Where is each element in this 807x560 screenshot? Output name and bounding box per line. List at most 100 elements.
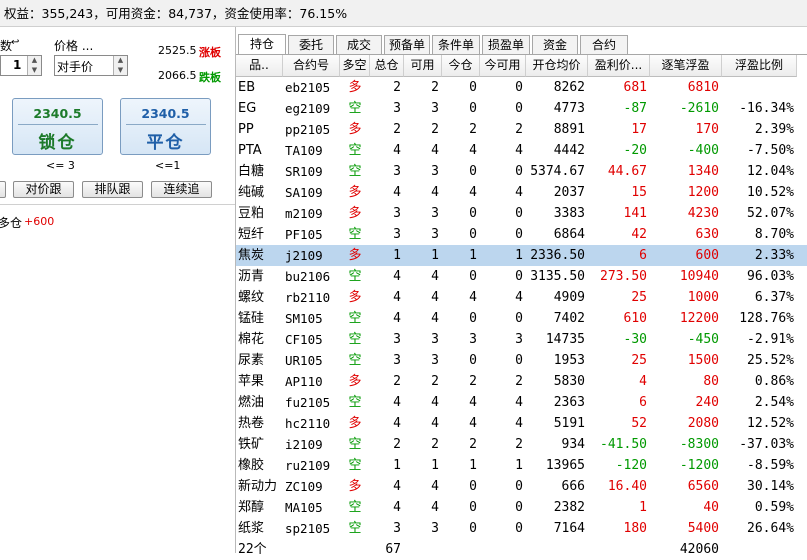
column-header-float-pl[interactable]: 逐笔浮盈 [650, 55, 722, 77]
chase-button[interactable]: 连续追 [151, 181, 212, 198]
column-header-name[interactable]: 品.. [236, 55, 283, 77]
table-row[interactable]: 燃油 fu2105 空 4 4 4 4 2363 6 240 2.54% [236, 392, 807, 413]
tab-7[interactable]: 合约 [580, 35, 628, 54]
table-row[interactable]: 白糖 SR109 空 3 3 0 0 5374.67 44.67 1340 12.04% [236, 161, 807, 182]
lock-button[interactable]: 2340.5 锁仓 [12, 98, 103, 155]
cell-today-avail: 1 [515, 458, 523, 473]
table-row[interactable]: EG eg2109 空 3 3 0 0 4773 -87 -2610 -16.34% [236, 98, 807, 119]
table-row[interactable]: 纯碱 SA109 多 4 4 4 4 2037 15 1200 10.52% [236, 182, 807, 203]
table-row[interactable]: 锰硅 SM105 空 4 4 0 0 7402 610 12200 128.76% [236, 308, 807, 329]
cell-total: 2 [393, 80, 401, 95]
cell-avg: 1953 [553, 353, 585, 368]
table-row[interactable]: 苹果 AP110 多 2 2 2 2 5830 4 80 0.86% [236, 371, 807, 392]
table-row[interactable]: PTA TA109 空 4 4 4 4 4442 -20 -400 -7.50% [236, 140, 807, 161]
cell-today-avail: 0 [515, 269, 523, 284]
tab-3[interactable]: 预备单 [384, 35, 430, 54]
column-header-avail[interactable]: 可用 [404, 55, 442, 77]
cell-today-avail: 2 [515, 122, 523, 137]
cell-float-pl: 600 [695, 248, 719, 263]
table-row[interactable]: 尿素 UR105 空 3 3 0 0 1953 25 1500 25.52% [236, 350, 807, 371]
close-position-button[interactable]: 2340.5 平仓 [120, 98, 211, 155]
cell-avg: 2382 [553, 500, 585, 515]
cell-today: 0 [469, 521, 477, 536]
position-label: 多仓 [0, 216, 23, 230]
table-row[interactable]: 焦炭 j2109 多 1 1 1 1 2336.50 6 600 2.33% [236, 245, 807, 266]
tab-5[interactable]: 损盈单 [482, 35, 530, 54]
column-header-pl-tick[interactable]: 盈利价... [588, 55, 650, 77]
partial-button[interactable] [0, 181, 6, 198]
cell-float-pl: -450 [687, 332, 719, 347]
qty-stepper[interactable]: 1 ▲ ▼ [0, 55, 42, 76]
cell-avail: 1 [431, 458, 439, 473]
price-type-stepper[interactable]: 对手价 ▲ ▼ [54, 55, 128, 76]
cell-code: hc2110 [285, 416, 331, 431]
column-header-avg[interactable]: 开仓均价 [526, 55, 588, 77]
table-row[interactable]: PP pp2105 多 2 2 2 2 8891 17 170 2.39% [236, 119, 807, 140]
cell-avg: 934 [561, 437, 585, 452]
table-row[interactable]: 短纤 PF105 空 3 3 0 0 6864 42 630 8.70% [236, 224, 807, 245]
price-down-icon[interactable]: ▼ [114, 66, 127, 76]
cell-dir: 多 [348, 416, 362, 431]
table-row[interactable]: 豆粕 m2109 多 3 3 0 0 3383 141 4230 52.07% [236, 203, 807, 224]
order-panel: 数 ↩ 1 ▲ ▼ 价格 ... 对手价 ▲ ▼ 2525.5 涨板 2066.5 … [0, 27, 236, 553]
cell-avg: 8891 [553, 122, 585, 137]
cell-avg: 3383 [553, 206, 585, 221]
cell-float-pl: 240 [695, 395, 719, 410]
column-header-ratio[interactable]: 浮盈比例 [722, 55, 797, 77]
cell-total: 4 [393, 395, 401, 410]
cell-avail: 1 [431, 248, 439, 263]
tab-2[interactable]: 成交 [336, 35, 382, 54]
table-row[interactable]: 沥青 bu2106 空 4 4 0 0 3135.50 273.50 10940 96.03% [236, 266, 807, 287]
cell-avg: 3135.50 [530, 269, 585, 284]
cell-ratio: 30.14% [747, 479, 794, 494]
table-row[interactable]: 铁矿 i2109 空 2 2 2 2 934 -41.50 -8300 -37.03% [236, 434, 807, 455]
column-header-today-avail[interactable]: 今可用 [480, 55, 526, 77]
tab-4[interactable]: 条件单 [432, 35, 480, 54]
cell-dir: 空 [348, 437, 362, 452]
tab-0[interactable]: 持仓 [238, 34, 286, 55]
column-header-dir[interactable]: 多空 [340, 55, 370, 77]
table-row[interactable]: 螺纹 rb2110 多 4 4 4 4 4909 25 1000 6.37% [236, 287, 807, 308]
cell-name: 尿素 [238, 353, 265, 368]
cell-dir: 多 [348, 374, 362, 389]
qty-up-icon[interactable]: ▲ [28, 56, 41, 66]
column-header-code[interactable]: 合约号 [283, 55, 340, 77]
table-row[interactable]: 热卷 hc2110 多 4 4 4 4 5191 52 2080 12.52% [236, 413, 807, 434]
cell-avail: 4 [431, 311, 439, 326]
cell-ratio: 12.52% [747, 416, 794, 431]
follow-queue-button[interactable]: 排队跟 [82, 181, 143, 198]
cell-today: 3 [469, 332, 477, 347]
cell-dir: 空 [348, 101, 362, 116]
table-row[interactable]: 棉花 CF105 空 3 3 3 3 14735 -30 -450 -2.91% [236, 329, 807, 350]
price-up-icon[interactable]: ▲ [114, 56, 127, 66]
cell-today-avail: 0 [515, 227, 523, 242]
cell-pl-tick: 4 [639, 374, 647, 389]
cell-today: 0 [469, 479, 477, 494]
column-header-today[interactable]: 今仓 [442, 55, 480, 77]
cell-avail: 4 [431, 479, 439, 494]
cell-code: eg2109 [285, 101, 331, 116]
cell-total: 2 [393, 437, 401, 452]
cell-float-pl: 1200 [687, 185, 719, 200]
cell-ratio: -37.03% [739, 437, 794, 452]
cell-dir: 多 [348, 122, 362, 137]
limit-up-label: 涨板 [199, 46, 221, 59]
column-header-total[interactable]: 总仓 [370, 55, 404, 77]
tab-6[interactable]: 资金 [532, 35, 578, 54]
table-row[interactable]: EB eb2105 多 2 2 0 0 8262 681 6810 [236, 77, 807, 98]
qty-down-icon[interactable]: ▼ [28, 66, 41, 76]
cell-pl-tick: 6 [639, 395, 647, 410]
cell-float-pl: 4230 [687, 206, 719, 221]
cell-today-avail: 0 [515, 500, 523, 515]
tab-1[interactable]: 委托 [288, 35, 334, 54]
close-price: 2340.5 [141, 106, 190, 121]
table-row[interactable]: 新动力 ZC109 多 4 4 0 0 666 16.40 6560 30.14% [236, 476, 807, 497]
cell-avail: 3 [431, 206, 439, 221]
table-row[interactable]: 纸浆 sp2105 空 3 3 0 0 7164 180 5400 26.64% [236, 518, 807, 539]
table-row[interactable]: 橡胶 ru2109 空 1 1 1 1 13965 -120 -1200 -8.59% [236, 455, 807, 476]
cell-pl-tick: 42 [631, 227, 647, 242]
price-label: 价格 ... [54, 39, 94, 53]
cell-ratio: 25.52% [747, 353, 794, 368]
follow-counter-button[interactable]: 对价跟 [13, 181, 74, 198]
table-row[interactable]: 郑醇 MA105 空 4 4 0 0 2382 1 40 0.59% [236, 497, 807, 518]
